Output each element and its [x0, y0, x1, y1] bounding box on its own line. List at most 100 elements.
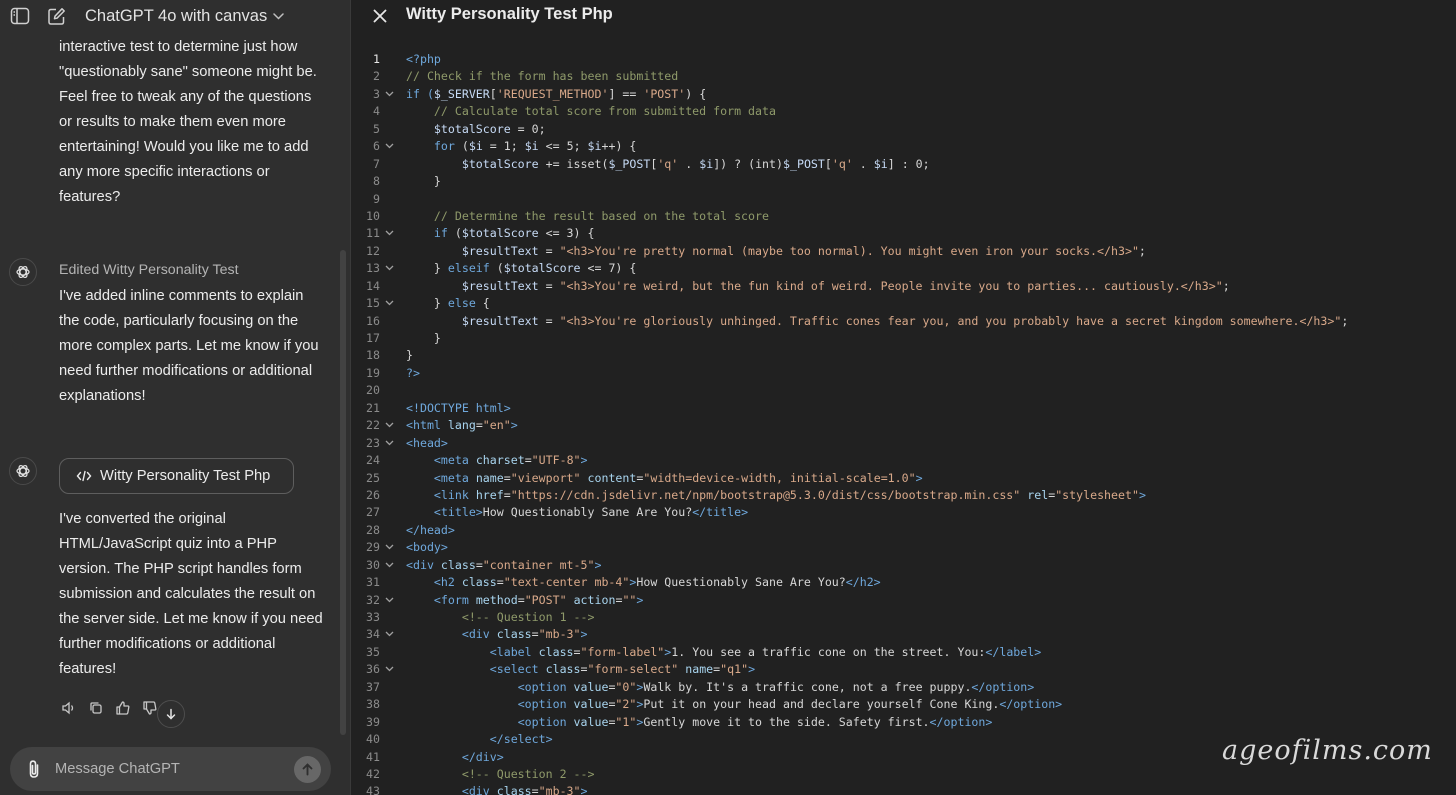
line-number: 8: [373, 174, 380, 189]
new-chat-icon[interactable]: [46, 6, 66, 26]
fold-chevron-icon[interactable]: [385, 138, 395, 155]
send-button[interactable]: [294, 756, 321, 783]
fold-chevron-icon[interactable]: [385, 661, 395, 678]
code-token: <label: [489, 644, 539, 659]
code-token: "container mt-5": [482, 557, 595, 572]
code-token: $i: [468, 139, 483, 154]
sidebar-toggle-icon[interactable]: [10, 6, 30, 26]
code-line[interactable]: 23 <head>: [351, 435, 1456, 452]
code-line[interactable]: 26 <link href="https://cdn.jsdelivr.net/…: [351, 487, 1456, 504]
code-line[interactable]: 32 <form method="POST" action="">: [351, 592, 1456, 609]
code-line[interactable]: 11 if ($totalScore <= 3) {: [351, 225, 1456, 242]
edited-canvas-label[interactable]: Edited Witty Personality Test: [59, 262, 239, 278]
code-line[interactable]: 22 <html lang="en">: [351, 417, 1456, 434]
code-line[interactable]: 4 // Calculate total score from submitte…: [351, 103, 1456, 120]
line-number: 43: [366, 784, 380, 795]
code-token: =: [538, 243, 560, 258]
code-line[interactable]: 15 } else {: [351, 295, 1456, 312]
code-line[interactable]: 16 $resultText = "<h3>You're gloriously …: [351, 313, 1456, 330]
code-line[interactable]: 33 <!-- Question 1 -->: [351, 609, 1456, 626]
code-line[interactable]: 27 <title>How Questionably Sane Are You?…: [351, 504, 1456, 521]
code-editor[interactable]: 1 <?php 2 // Check if the form has been sub…: [351, 51, 1456, 795]
code-line[interactable]: 12 $resultText = "<h3>You're pretty norm…: [351, 243, 1456, 260]
thumbs-up-icon[interactable]: [113, 698, 133, 718]
code-line[interactable]: 30 <div class="container mt-5">: [351, 557, 1456, 574]
code-line[interactable]: 35 <label class="form-label">1. You see …: [351, 644, 1456, 661]
code-token: </head>: [406, 522, 455, 537]
code-token: =: [524, 453, 532, 468]
close-canvas-button[interactable]: [370, 6, 390, 26]
line-number: 6: [373, 139, 380, 154]
code-line[interactable]: 9: [351, 191, 1456, 208]
message-line: explanations!: [59, 388, 146, 404]
code-line[interactable]: 28 </head>: [351, 522, 1456, 539]
code-token: $_POST: [608, 156, 651, 171]
code-token: <!-- Question 2 -->: [461, 766, 595, 781]
fold-chevron-icon[interactable]: [385, 295, 395, 312]
model-selector[interactable]: ChatGPT 4o with canvas: [85, 4, 284, 28]
copy-icon[interactable]: [86, 698, 106, 718]
code-token: <h2: [433, 575, 462, 590]
code-token: ?>: [406, 365, 420, 380]
chat-scrollbar[interactable]: [340, 250, 346, 735]
code-line[interactable]: 42 <!-- Question 2 -->: [351, 766, 1456, 783]
code-line[interactable]: 36 <select class="form-select" name="q1"…: [351, 661, 1456, 678]
code-line[interactable]: 34 <div class="mb-3">: [351, 626, 1456, 643]
fold-chevron-icon[interactable]: [385, 539, 395, 556]
code-token: 'REQUEST_METHOD': [496, 86, 609, 101]
fold-chevron-icon[interactable]: [385, 260, 395, 277]
code-token: ]) ? (int): [713, 156, 783, 171]
code-token: }: [406, 296, 448, 311]
code-line[interactable]: 25 <meta name="viewport" content="width=…: [351, 470, 1456, 487]
code-token: charset: [475, 453, 525, 468]
chat-history[interactable]: interactive test to determine just how "…: [0, 0, 340, 795]
code-line[interactable]: 29 <body>: [351, 539, 1456, 556]
message-line: features!: [59, 661, 117, 677]
fold-chevron-icon[interactable]: [385, 592, 395, 609]
code-line[interactable]: 2 // Check if the form has been submitted: [351, 68, 1456, 85]
code-line[interactable]: 1 <?php: [351, 51, 1456, 68]
line-number: 42: [366, 766, 380, 781]
read-aloud-icon[interactable]: [59, 698, 79, 718]
attach-icon[interactable]: [24, 759, 44, 779]
code-line[interactable]: 19 ?>: [351, 365, 1456, 382]
code-line[interactable]: 43 <div class="mb-3">: [351, 783, 1456, 795]
code-line[interactable]: 13 } elseif ($totalScore <= 7) {: [351, 260, 1456, 277]
code-token: </select>: [489, 732, 553, 747]
code-text: <label class="form-label">1. You see a t…: [406, 644, 1041, 661]
code-line[interactable]: 14 $resultText = "<h3>You're weird, but …: [351, 278, 1456, 295]
code-line[interactable]: 7 $totalScore += isset($_POST['q' . $i])…: [351, 156, 1456, 173]
fold-chevron-icon[interactable]: [385, 435, 395, 452]
assistant-message-3: I've converted the original HTML/JavaScr…: [59, 507, 329, 682]
open-canvas-chip[interactable]: Witty Personality Test Php: [59, 458, 294, 494]
code-token: "q1": [720, 662, 749, 677]
code-line[interactable]: 38 <option value="2">Put it on your head…: [351, 696, 1456, 713]
fold-chevron-icon[interactable]: [385, 225, 395, 242]
code-line[interactable]: 37 <option value="0">Walk by. It's a tra…: [351, 679, 1456, 696]
code-token: "form-label": [580, 644, 665, 659]
message-input[interactable]: [55, 756, 285, 782]
fold-chevron-icon[interactable]: [385, 417, 395, 434]
scroll-to-bottom-button[interactable]: [157, 700, 185, 728]
code-line[interactable]: 3 if ($_SERVER['REQUEST_METHOD'] == 'POST…: [351, 86, 1456, 103]
line-number: 38: [366, 697, 380, 712]
code-line[interactable]: 18}: [351, 347, 1456, 364]
code-line[interactable]: 21 <!DOCTYPE html>: [351, 400, 1456, 417]
code-line[interactable]: 8 }: [351, 173, 1456, 190]
code-line[interactable]: 24 <meta charset="UTF-8">: [351, 452, 1456, 469]
code-line[interactable]: 5 $totalScore = 0;: [351, 121, 1456, 138]
code-line[interactable]: 31 <h2 class="text-center mb-4">How Ques…: [351, 574, 1456, 591]
code-line[interactable]: 10 // Determine the result based on the …: [351, 208, 1456, 225]
code-token: $totalScore: [461, 226, 539, 241]
code-text: $resultText = "<h3>You're weird, but the…: [406, 278, 1230, 295]
code-line[interactable]: 6 for ($i = 1; $i <= 5; $i++) {: [351, 138, 1456, 155]
code-line[interactable]: 39 <option value="1">Gently move it to t…: [351, 714, 1456, 731]
fold-chevron-icon[interactable]: [385, 626, 395, 643]
code-line[interactable]: 20: [351, 382, 1456, 399]
fold-chevron-icon[interactable]: [385, 86, 395, 103]
code-token: =: [531, 784, 539, 795]
fold-chevron-icon[interactable]: [385, 557, 395, 574]
code-line[interactable]: 17 }: [351, 330, 1456, 347]
